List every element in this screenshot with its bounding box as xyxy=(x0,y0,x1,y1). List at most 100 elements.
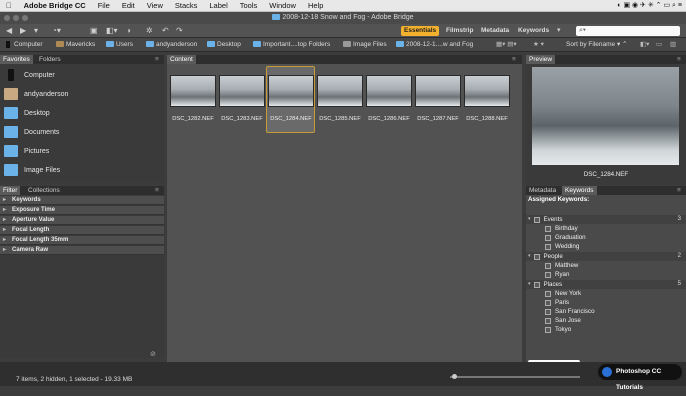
keyword-checkbox[interactable] xyxy=(545,271,551,278)
clear-filter-icon[interactable]: ⊘ xyxy=(150,350,156,358)
tab-metadata[interactable]: Metadata xyxy=(526,186,559,195)
tab-keywords[interactable]: Keywords xyxy=(562,186,597,195)
favorite-image-files[interactable]: Image Files xyxy=(4,161,60,179)
filter-focal-length-35mm[interactable]: Focal Length 35mm xyxy=(0,236,164,245)
filter-aperture-value[interactable]: Aperture Value xyxy=(0,216,164,225)
keyword-san-francisco[interactable]: San Francisco xyxy=(545,307,595,316)
menu-file[interactable]: File xyxy=(92,1,116,10)
breadcrumb-desktop[interactable]: Desktop xyxy=(207,38,241,52)
breadcrumb-image-files[interactable]: Image Files xyxy=(343,38,387,52)
workspace-keywords[interactable]: Keywords xyxy=(515,26,552,36)
breadcrumb-andyanderson[interactable]: andyanderson xyxy=(146,38,197,52)
keyword-birthday[interactable]: Birthday xyxy=(545,224,578,233)
panel-menu-icon[interactable]: ≡ xyxy=(674,186,684,195)
keyword-checkbox[interactable] xyxy=(545,234,551,241)
filter-focal-length[interactable]: Focal Length xyxy=(0,226,164,235)
favorite-andyanderson[interactable]: andyanderson xyxy=(4,85,68,103)
forward-arrow-icon[interactable]: ▶ xyxy=(20,26,26,36)
favorite-pictures[interactable]: Pictures xyxy=(4,142,49,160)
keyword-checkbox[interactable] xyxy=(545,225,551,232)
settings-icon[interactable]: ✲ xyxy=(146,26,153,36)
keyword-checkbox[interactable] xyxy=(533,253,540,260)
preview-image[interactable] xyxy=(532,67,679,165)
breadcrumb-mavericks[interactable]: Mavericks xyxy=(56,38,95,52)
keyword-checkbox[interactable] xyxy=(545,299,551,306)
chevron-down-icon[interactable]: ▾ xyxy=(528,252,531,261)
thumbnail-image[interactable] xyxy=(219,75,265,107)
thumbnail-image[interactable] xyxy=(170,75,216,107)
workspace-filmstrip[interactable]: Filmstrip xyxy=(443,26,476,36)
thumbnail-image[interactable] xyxy=(464,75,510,107)
new-folder-icon-2[interactable]: ▭ xyxy=(656,38,662,52)
trash-icon[interactable]: ▥ xyxy=(670,38,676,52)
reveal-recent-icon[interactable]: ◔▾ xyxy=(52,26,61,36)
menu-window[interactable]: Window xyxy=(263,1,302,10)
keyword-graduation[interactable]: Graduation xyxy=(545,233,586,242)
breadcrumb-current-folder[interactable]: 2008-12-1....w and Fog xyxy=(396,38,473,52)
refine-icon[interactable]: ◧▾ xyxy=(106,26,118,36)
menu-edit[interactable]: Edit xyxy=(116,1,141,10)
thumbnail-size-slider[interactable] xyxy=(450,376,580,378)
rotate-right-icon[interactable]: ↷ xyxy=(176,26,183,36)
keyword-group-places[interactable]: ▾ Places xyxy=(528,280,562,289)
favorite-documents[interactable]: Documents xyxy=(4,123,59,141)
status-icons[interactable]: ◐ ▣ ◉ ✈ ✳ ⌃ ▭ ⌕ ≡ xyxy=(617,1,682,10)
menu-view[interactable]: View xyxy=(141,1,169,10)
thumbnail-image[interactable] xyxy=(317,75,363,107)
keyword-checkbox[interactable] xyxy=(545,317,551,324)
camera-icon[interactable]: ▣ xyxy=(90,26,98,36)
keyword-tokyo[interactable]: Tokyo xyxy=(545,325,571,334)
filter-exposure-time[interactable]: Exposure Time xyxy=(0,206,164,215)
favorite-computer[interactable]: Computer xyxy=(4,66,55,84)
keyword-paris[interactable]: Paris xyxy=(545,298,569,307)
workspace-menu-icon[interactable]: ▾ xyxy=(557,26,561,36)
star-filter-icon[interactable]: ★ ▾ xyxy=(533,38,544,52)
sort-dropdown[interactable]: Sort by Filename ▾ ⌃ xyxy=(566,38,627,52)
tab-preview[interactable]: Preview xyxy=(526,55,556,64)
tab-filter[interactable]: Filter xyxy=(0,186,21,195)
traffic-lights[interactable] xyxy=(4,15,28,21)
view-options-icon[interactable]: ▦▾ ▤▾ xyxy=(496,38,517,52)
thumbnail-image[interactable] xyxy=(415,75,461,107)
new-folder-icon[interactable]: ◧▾ xyxy=(640,38,649,52)
panel-menu-icon[interactable]: ≡ xyxy=(152,186,162,195)
tab-favorites[interactable]: Favorites xyxy=(0,55,33,64)
keyword-checkbox[interactable] xyxy=(545,326,551,333)
panel-menu-icon[interactable]: ≡ xyxy=(674,55,684,64)
rotate-left-icon[interactable]: ↶ xyxy=(162,26,169,36)
apple-icon[interactable]:  xyxy=(0,1,18,10)
tab-collections[interactable]: Collections xyxy=(25,186,63,195)
keyword-checkbox[interactable] xyxy=(533,216,540,223)
workspace-essentials[interactable]: Essentials xyxy=(401,26,440,36)
menu-tools[interactable]: Tools xyxy=(234,1,264,10)
thumbnail-image[interactable] xyxy=(366,75,412,107)
menu-help[interactable]: Help xyxy=(302,1,329,10)
keyword-checkbox[interactable] xyxy=(545,290,551,297)
keyword-ryan[interactable]: Ryan xyxy=(545,270,569,279)
menu-stacks[interactable]: Stacks xyxy=(169,1,204,10)
keyword-san-jose[interactable]: San Jose xyxy=(545,316,581,325)
keyword-group-events[interactable]: ▾ Events xyxy=(528,215,562,224)
favorite-desktop[interactable]: Desktop xyxy=(4,104,50,122)
menu-app-name[interactable]: Adobe Bridge CC xyxy=(18,1,92,10)
filter-camera-raw[interactable]: Camera Raw xyxy=(0,246,164,255)
keyword-checkbox[interactable] xyxy=(545,243,551,250)
keyword-group-people[interactable]: ▾ People xyxy=(528,252,563,261)
breadcrumb-important-folders[interactable]: Important....top Folders xyxy=(253,38,330,52)
recent-dropdown-icon[interactable]: ▾ xyxy=(34,26,38,36)
thumbnail-image[interactable] xyxy=(268,75,314,107)
keyword-matthew[interactable]: Matthew xyxy=(545,261,578,270)
breadcrumb-computer[interactable]: Computer xyxy=(6,38,43,52)
open-in-camera-raw-icon[interactable]: ◑ xyxy=(126,26,131,36)
chevron-down-icon[interactable]: ▾ xyxy=(528,215,531,224)
keyword-checkbox[interactable] xyxy=(533,281,540,288)
filter-keywords[interactable]: Keywords xyxy=(0,196,164,205)
tab-folders[interactable]: Folders xyxy=(36,55,64,64)
chevron-down-icon[interactable]: ▾ xyxy=(528,280,531,289)
menu-label[interactable]: Label xyxy=(203,1,233,10)
keyword-checkbox[interactable] xyxy=(545,262,551,269)
search-input[interactable]: ⌕▾ xyxy=(576,26,680,36)
workspace-metadata[interactable]: Metadata xyxy=(478,26,512,36)
keyword-new-york[interactable]: New York xyxy=(545,289,581,298)
keyword-wedding[interactable]: Wedding xyxy=(545,242,579,251)
